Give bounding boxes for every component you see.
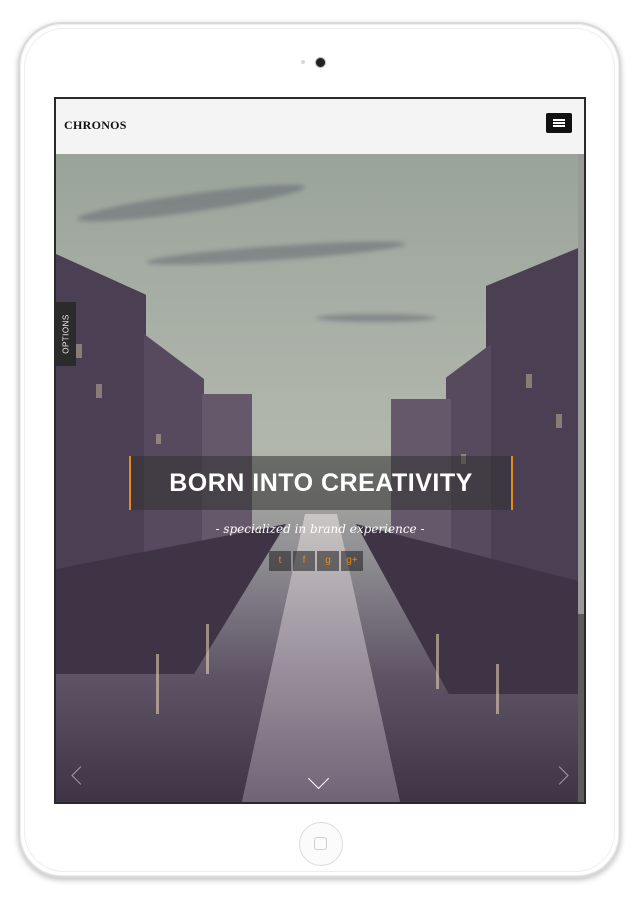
social-links: t f g g+ (269, 551, 363, 571)
sensor-dot (301, 60, 305, 64)
github-icon[interactable]: g (317, 551, 339, 571)
home-button[interactable] (299, 822, 343, 866)
options-panel-tab[interactable]: OPTIONS (56, 302, 76, 366)
chevron-right-icon[interactable] (550, 766, 569, 785)
hero-headline: BORN INTO CREATIVITY (169, 469, 473, 497)
chevron-left-icon[interactable] (71, 766, 90, 785)
options-label: OPTIONS (61, 314, 71, 354)
tablet-screen: CHRONOS OPTIONS BORN INTO CREATIVITY - s… (54, 97, 586, 804)
home-square-icon (314, 837, 327, 850)
google-plus-icon[interactable]: g+ (341, 551, 363, 571)
twitter-icon[interactable]: t (269, 551, 291, 571)
headline-box: BORN INTO CREATIVITY (129, 456, 513, 510)
cloud (75, 178, 307, 228)
scrollbar-thumb[interactable] (578, 154, 584, 614)
hero-section: OPTIONS BORN INTO CREATIVITY - specializ… (56, 154, 584, 802)
window-light (526, 374, 532, 388)
light-reflection (436, 634, 439, 689)
window-light (96, 384, 102, 398)
light-reflection (496, 664, 499, 714)
window-light (556, 414, 562, 428)
front-camera (316, 58, 325, 67)
building-right (486, 244, 584, 594)
scrollbar[interactable] (578, 154, 584, 802)
window-light (156, 434, 161, 444)
facebook-icon[interactable]: f (293, 551, 315, 571)
site-logo[interactable]: CHRONOS (64, 118, 127, 133)
window-light (76, 344, 82, 358)
cloud (316, 314, 436, 322)
hero-tagline: - specialized in brand experience - (215, 522, 425, 536)
light-reflection (156, 654, 159, 714)
light-reflection (206, 624, 209, 674)
cloud (145, 236, 407, 270)
hamburger-icon[interactable] (546, 113, 572, 133)
top-navigation-bar: CHRONOS (56, 99, 584, 154)
